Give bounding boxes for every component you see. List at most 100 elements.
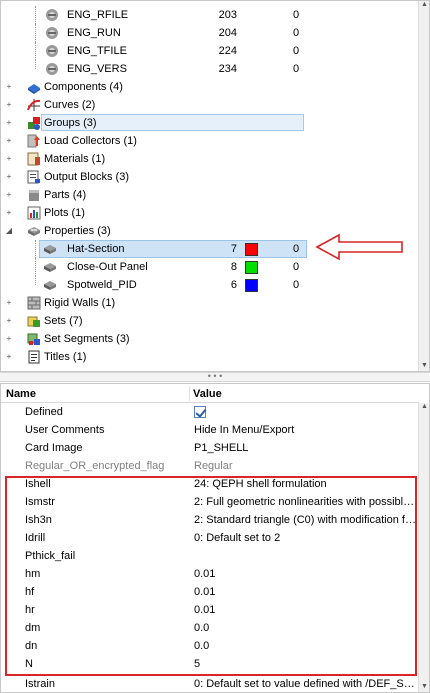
property-row-hr[interactable]: hr 0.01	[1, 601, 419, 619]
plots-icon	[27, 206, 41, 220]
property-value[interactable]: 0.0	[194, 637, 418, 655]
property-value[interactable]: 0: Default set to 2	[194, 529, 418, 547]
tree-guide-line	[35, 60, 36, 69]
property-scrollbar[interactable]: ▲ ▼	[418, 403, 429, 692]
scroll-up-icon[interactable]: ▲	[419, 403, 429, 414]
components-icon	[28, 84, 40, 94]
tree-item-id: 6	[230, 279, 237, 291]
property-value[interactable]: 2: Full geometric nonlinearities with po…	[194, 493, 418, 511]
rigid-walls-icon	[27, 296, 41, 310]
property-value[interactable]: 2: Standard triangle (C0) with modificat…	[194, 511, 418, 529]
tree-item-eng-vers[interactable]: ENG_VERS 234 0	[1, 60, 419, 78]
tree-guide-line	[35, 24, 36, 42]
property-name: hf	[25, 586, 35, 598]
defined-checkbox[interactable]	[194, 406, 206, 418]
expand-plus-icon[interactable]: +	[5, 137, 13, 145]
property-name: Idrill	[25, 532, 46, 544]
property-value[interactable]: 0.01	[194, 601, 418, 619]
color-swatch[interactable]	[245, 243, 258, 256]
property-row-hm[interactable]: hm 0.01	[1, 565, 419, 583]
tree-item-count: 0	[293, 243, 300, 255]
tree-guide-line	[35, 258, 36, 276]
tree-folder-rigid-walls[interactable]: + Rigid Walls (1)	[1, 294, 419, 312]
expand-plus-icon[interactable]: +	[5, 101, 13, 109]
scroll-down-icon[interactable]: ▼	[419, 683, 429, 692]
color-swatch[interactable]	[245, 279, 258, 292]
tree-folder-parts[interactable]: + Parts (4)	[1, 186, 419, 204]
expand-plus-icon[interactable]: +	[5, 317, 13, 325]
tree-scrollbar[interactable]: ▲ ▼	[418, 1, 429, 371]
property-row-user-comments[interactable]: User Comments Hide In Menu/Export	[1, 421, 419, 439]
property-row-dm[interactable]: dm 0.0	[1, 619, 419, 637]
tree-item-eng-tfile[interactable]: ENG_TFILE 224 0	[1, 42, 419, 60]
tree-folder-label: Sets (7)	[44, 315, 83, 327]
scroll-up-icon[interactable]: ▲	[419, 1, 429, 12]
property-row-card-image[interactable]: Card Image P1_SHELL	[1, 439, 419, 457]
tree-folder-plots[interactable]: + Plots (1)	[1, 204, 419, 222]
expand-plus-icon[interactable]: +	[5, 353, 13, 361]
property-value[interactable]: P1_SHELL	[194, 439, 418, 457]
expand-plus-icon[interactable]: +	[5, 119, 13, 127]
property-value[interactable]: Hide In Menu/Export	[194, 421, 418, 439]
parts-icon	[29, 190, 39, 201]
tree-folder-groups[interactable]: + Groups (3)	[1, 114, 419, 132]
sets-icon	[27, 316, 40, 327]
color-swatch[interactable]	[245, 261, 258, 274]
materials-icon	[27, 152, 40, 166]
tree-folder-label: Materials (1)	[44, 153, 106, 165]
tree-folder-curves[interactable]: + Curves (2)	[1, 96, 419, 114]
tree-folder-label: Output Blocks (3)	[44, 171, 129, 183]
property-row-defined[interactable]: Defined	[1, 403, 419, 421]
tree-folder-components[interactable]: + Components (4)	[1, 78, 419, 96]
scroll-down-icon[interactable]: ▼	[419, 362, 429, 371]
tree-folder-titles[interactable]: + Titles (1)	[1, 348, 419, 366]
property-value[interactable]: 0.0	[194, 619, 418, 637]
property-row-istrain[interactable]: Istrain 0: Default set to value defined …	[1, 675, 419, 692]
tree-item-eng-rfile[interactable]: ENG_RFILE 203 0	[1, 6, 419, 24]
tree-folder-materials[interactable]: + Materials (1)	[1, 150, 419, 168]
tree-item-id: 203	[218, 9, 237, 21]
tree-folder-label: Set Segments (3)	[44, 333, 130, 345]
column-header-value[interactable]: Value	[193, 388, 222, 400]
tree-item-id: 204	[218, 27, 237, 39]
tree-item-label: Spotweld_PID	[67, 279, 137, 291]
panel-splitter[interactable]: • • •	[0, 372, 430, 382]
card-icon	[46, 27, 58, 39]
property-row-ish3n[interactable]: Ish3n 2: Standard triangle (C0) with mod…	[1, 511, 419, 529]
property-row-dn[interactable]: dn 0.0	[1, 637, 419, 655]
expand-plus-icon[interactable]: +	[5, 335, 13, 343]
expand-plus-icon[interactable]: +	[5, 173, 13, 181]
tree-item-count: 0	[293, 63, 300, 75]
tree-folder-output-blocks[interactable]: + Output Blocks (3)	[1, 168, 419, 186]
property-row-ishell[interactable]: Ishell 24: QEPH shell formulation	[1, 475, 419, 493]
property-row-ismstr[interactable]: Ismstr 2: Full geometric nonlinearities …	[1, 493, 419, 511]
model-browser-tree: ENG_RFILE 203 0 ENG_RUN 204 0 ENG_TFILE …	[0, 0, 430, 372]
expand-plus-icon[interactable]: +	[5, 155, 13, 163]
expand-plus-icon[interactable]: +	[5, 83, 13, 91]
property-value[interactable]: 0.01	[194, 583, 418, 601]
tree-folder-label: Parts (4)	[44, 189, 87, 201]
property-value[interactable]: 24: QEPH shell formulation	[194, 475, 418, 493]
property-value[interactable]: 0.01	[194, 565, 418, 583]
expand-plus-icon[interactable]: +	[5, 209, 13, 217]
property-row-hf[interactable]: hf 0.01	[1, 583, 419, 601]
collapse-arrow-icon[interactable]: ◢	[5, 227, 13, 235]
property-row-idrill[interactable]: Idrill 0: Default set to 2	[1, 529, 419, 547]
titles-icon	[28, 350, 40, 364]
expand-plus-icon[interactable]: +	[5, 191, 13, 199]
property-name: hr	[25, 604, 35, 616]
expand-plus-icon[interactable]: +	[5, 299, 13, 307]
set-segments-icon	[27, 333, 40, 345]
tree-item-spotweld-pid[interactable]: Spotweld_PID 6 0	[1, 276, 419, 294]
property-row-pthick-fail[interactable]: Pthick_fail	[1, 547, 419, 565]
column-divider[interactable]	[189, 386, 190, 401]
property-row-n[interactable]: N 5	[1, 655, 419, 673]
property-value[interactable]: 5	[194, 655, 418, 673]
tree-folder-set-segments[interactable]: + Set Segments (3)	[1, 330, 419, 348]
property-value[interactable]: 0: Default set to value defined with /DE…	[194, 675, 418, 692]
tree-item-eng-run[interactable]: ENG_RUN 204 0	[1, 24, 419, 42]
tree-folder-load-collectors[interactable]: + Load Collectors (1)	[1, 132, 419, 150]
splitter-grip: • • •	[207, 371, 223, 381]
column-header-name[interactable]: Name	[6, 388, 36, 400]
tree-folder-sets[interactable]: + Sets (7)	[1, 312, 419, 330]
